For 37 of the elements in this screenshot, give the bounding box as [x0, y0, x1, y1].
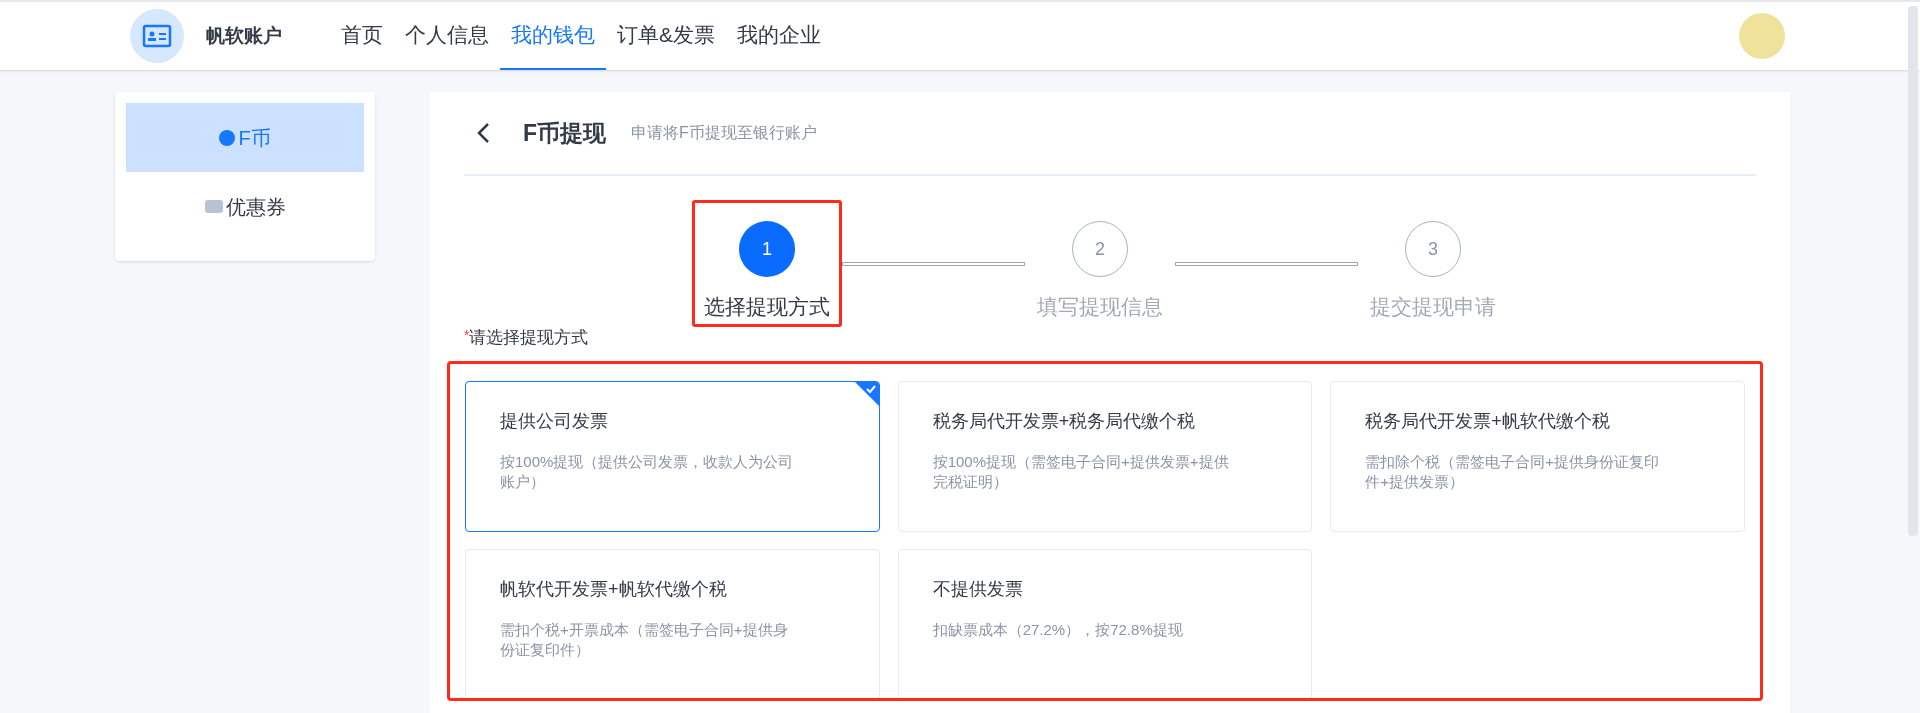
brand-name: 帆软账户 — [206, 23, 282, 48]
check-icon — [854, 381, 879, 406]
option-title: 提供公司发票 — [500, 409, 609, 433]
avatar-placeholder[interactable] — [1739, 13, 1785, 59]
option-description: 按100%提现（提供公司发票，收款人为公司账户） — [500, 451, 795, 492]
option-card[interactable]: 帆软代开发票+帆软代缴个税 需扣个税+开票成本（需签电子合同+提供身份证复印件） — [465, 548, 880, 698]
sidebar-item[interactable]: 优惠券 — [126, 172, 364, 241]
ticket-icon — [204, 200, 223, 213]
field-label: 请选择提现方式 — [469, 328, 589, 347]
nav-tab[interactable]: 首页 — [330, 2, 394, 70]
logo-icon — [130, 9, 184, 63]
option-title: 税务局代开发票+帆软代缴个税 — [1365, 409, 1611, 433]
option-description: 需扣个税+开票成本（需签电子合同+提供身份证复印件） — [500, 619, 789, 660]
step-number: 1 — [739, 221, 795, 277]
step-label: 选择提现方式 — [704, 294, 830, 320]
option-description: 需扣除个税（需签电子合同+提供身份证复印件+提供发票） — [1365, 451, 1661, 492]
option-description: 按100%提现（需签电子合同+提供发票+提供完税证明） — [932, 451, 1230, 492]
nav-tab[interactable]: 我的企业 — [726, 2, 832, 70]
step-label: 提交提现申请 — [1370, 294, 1496, 320]
page-subtitle: 申请将F币提现至银行账户 — [631, 123, 817, 143]
option-description: 扣缺票成本（27.2%），按72.8%提现 — [932, 619, 1184, 640]
page-title: F币提现 — [523, 118, 607, 148]
coin-icon — [219, 129, 236, 146]
nav-tab[interactable]: 订单&发票 — [606, 2, 726, 70]
back-icon[interactable] — [476, 122, 490, 144]
option-card[interactable]: 税务局代开发票+帆软代缴个税 需扣除个税（需签电子合同+提供身份证复印件+提供发票） — [1330, 380, 1745, 532]
nav-tab[interactable]: 我的钱包 — [500, 2, 606, 70]
nav-tab[interactable]: 个人信息 — [394, 2, 500, 70]
scrollbar[interactable] — [1908, 6, 1918, 536]
option-title: 帆软代开发票+帆软代缴个税 — [500, 577, 728, 601]
option-card[interactable]: 不提供发票 扣缺票成本（27.2%），按72.8%提现 — [897, 548, 1313, 698]
option-card[interactable]: 税务局代开发票+税务局代缴个税 按100%提现（需签电子合同+提供发票+提供完税证明） — [897, 380, 1313, 532]
required-mark: * — [464, 327, 470, 343]
option-title: 税务局代开发票+税务局代缴个税 — [932, 409, 1197, 433]
option-card[interactable]: 提供公司发票 按100%提现（提供公司发票，收款人为公司账户） — [465, 380, 880, 532]
step-label: 填写提现信息 — [1037, 294, 1163, 320]
option-title: 不提供发票 — [932, 577, 1024, 601]
